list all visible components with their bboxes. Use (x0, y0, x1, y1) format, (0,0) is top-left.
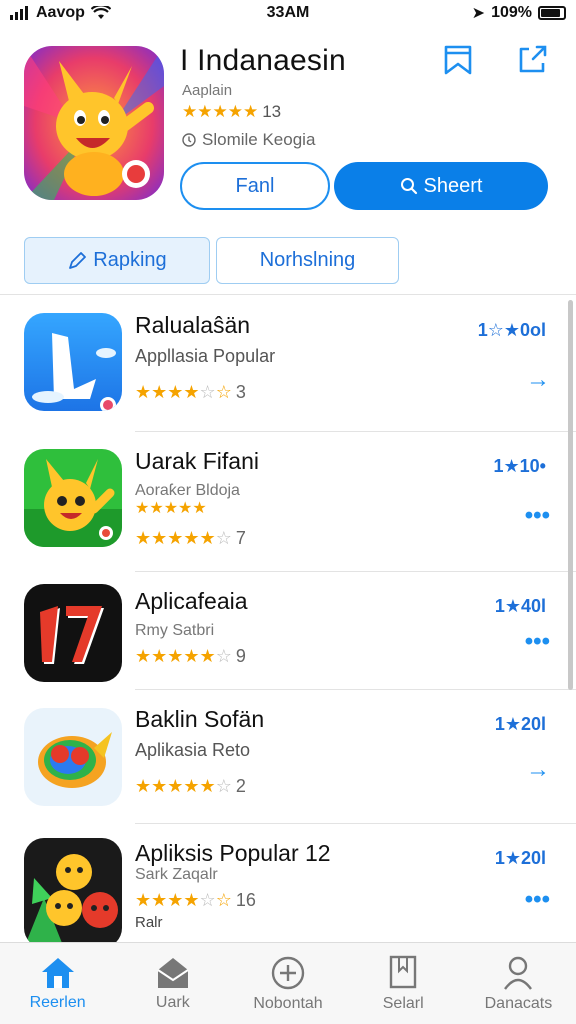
developer-row: Slomile Keogia (182, 130, 315, 150)
star-rating-icon: ★★★★★☆ (135, 646, 232, 666)
status-right: ➤ 109% (472, 3, 566, 23)
app-name: Ralualaŝän (135, 312, 251, 338)
list-item[interactable]: Apliksis Popular 12 Sark Zaqalr ★★★★☆☆ 16… (0, 824, 576, 944)
tabbar-label: Uark (155, 993, 190, 1011)
primary-button[interactable]: Sheert (334, 162, 548, 210)
home-icon (41, 957, 74, 988)
mail-icon (157, 957, 189, 988)
star-rating-icon: ★★★★★ (182, 102, 259, 121)
app-icon (24, 708, 122, 806)
battery-label: 109% (491, 4, 532, 21)
app-title: I Indanaesin (180, 44, 346, 77)
primary-button-label: Sheert (423, 174, 483, 197)
bookmark-icon[interactable] (438, 40, 478, 80)
tabbar-item-account[interactable]: Danacats (461, 943, 576, 1024)
app-icon (24, 584, 122, 682)
share-icon[interactable] (512, 40, 552, 80)
app-icon (24, 313, 122, 411)
tab-new-label: Norhslning (259, 249, 356, 271)
carrier-label: Aavop (36, 4, 85, 21)
app-icon (24, 838, 122, 944)
star-rating-icon: ★★★★☆☆ (135, 382, 232, 402)
more-icon[interactable]: ••• (525, 628, 550, 656)
rating-count: 13 (262, 102, 282, 121)
app-extra-label: Ralr (135, 914, 163, 931)
tab-ranking-label: Rapking (93, 249, 167, 271)
app-count: 1★20l (494, 848, 546, 868)
scrollbar[interactable] (568, 300, 573, 690)
location-icon: ➤ (471, 5, 486, 22)
app-rating: ★★★★☆☆ 3 (135, 382, 246, 403)
list-item[interactable]: Aplicafeaia Rmy Satbri ★★★★★☆ 9 1★40l ••• (0, 572, 576, 690)
pen-icon (69, 251, 87, 269)
app-count: 1★10• (493, 456, 546, 476)
app-rating: ★★★★★☆ 7 (135, 528, 246, 549)
tabbar-label: Selarl (382, 994, 424, 1012)
tab-bar: Reerlen Uark Nobontah Selarl Danacats (0, 942, 576, 1024)
more-icon[interactable]: ••• (525, 886, 550, 914)
app-category: Rmy Satbri (135, 622, 215, 639)
rating-text: 7 (235, 528, 246, 548)
app-count: 1☆★0ol (477, 320, 546, 340)
signal-icon (10, 6, 28, 20)
arrow-right-icon[interactable]: → (526, 366, 550, 394)
app-count: 1★20l (494, 714, 546, 734)
search-icon (400, 178, 417, 195)
more-icon[interactable]: ••• (525, 502, 550, 530)
star-rating-icon: ★★★★☆☆ (135, 890, 232, 910)
star-rating-icon: ★★★★★☆ (135, 776, 232, 796)
app-rating: ★★★★☆☆ 16 (135, 890, 256, 911)
app-name: Aplicafeaia (135, 588, 248, 614)
person-icon (504, 956, 533, 990)
status-bar: Aavop 33AM ➤ 109% (0, 0, 576, 26)
app-category: Sark Zaqalr (135, 866, 218, 883)
app-icon (24, 449, 122, 547)
app-name: Uarak Fifani (135, 448, 259, 474)
list-item[interactable]: Uarak Fifani Aoraƙer Bldoja ★★★★★ ★★★★★☆… (0, 432, 576, 572)
app-name: Apliksis Popular 12 (135, 840, 331, 866)
list-item[interactable]: Ralualaŝän Appllasia Popular ★★★★☆☆ 3 1☆★… (0, 296, 576, 432)
rating-text: 16 (235, 890, 256, 910)
app-subtitle: Aaplain (182, 82, 233, 99)
status-left: Aavop (10, 4, 111, 22)
rating-text: 9 (235, 646, 246, 666)
app-header: I Indanaesin Aaplain ★★★★★ 13 Slomile Ke… (0, 40, 576, 220)
app-list: Ralualaŝän Appllasia Popular ★★★★☆☆ 3 1☆★… (0, 296, 576, 944)
wifi-icon (90, 6, 111, 19)
secondary-button[interactable]: Fanl (180, 162, 330, 210)
rating-text: 3 (235, 382, 246, 402)
plus-circle-icon (271, 956, 305, 989)
app-rating: ★★★★★ 13 (182, 102, 281, 122)
list-item[interactable]: Baklin Sofän Aplikasia Reto ★★★★★☆ 2 1★20… (0, 690, 576, 824)
app-rating-small: ★★★★★ (135, 498, 207, 518)
tabbar-item-library[interactable]: Selarl (346, 943, 461, 1024)
app-icon (24, 46, 164, 200)
app-category: Aplikasia Reto (135, 740, 251, 760)
app-category: Appllasia Popular (135, 346, 276, 366)
book-icon (390, 955, 417, 988)
app-name: Baklin Sofän (135, 706, 265, 732)
tab-new[interactable]: Norhslning (216, 237, 399, 284)
app-rating: ★★★★★☆ 2 (135, 776, 246, 797)
info-icon (182, 133, 196, 147)
arrow-right-icon[interactable]: → (526, 756, 550, 784)
tab-ranking[interactable]: Rapking (24, 237, 210, 284)
tabbar-label: Reerlen (29, 993, 86, 1011)
tabbar-item-create[interactable]: Nobontah (230, 943, 345, 1024)
tabbar-label: Danacats (484, 994, 553, 1012)
battery-icon (538, 6, 566, 20)
app-rating: ★★★★★☆ 9 (135, 646, 246, 667)
rating-text: 2 (235, 776, 246, 796)
top-actions (438, 40, 552, 80)
tabbar-item-home[interactable]: Reerlen (0, 943, 115, 1024)
star-rating-icon: ★★★★★ (135, 500, 207, 517)
divider (0, 294, 576, 295)
star-rating-icon: ★★★★★☆ (135, 528, 232, 548)
tabbar-item-mail[interactable]: Uark (115, 943, 230, 1024)
tabbar-label: Nobontah (253, 994, 323, 1012)
developer-name: Slomile Keogia (202, 130, 316, 149)
app-count: 1★40l (494, 596, 546, 616)
